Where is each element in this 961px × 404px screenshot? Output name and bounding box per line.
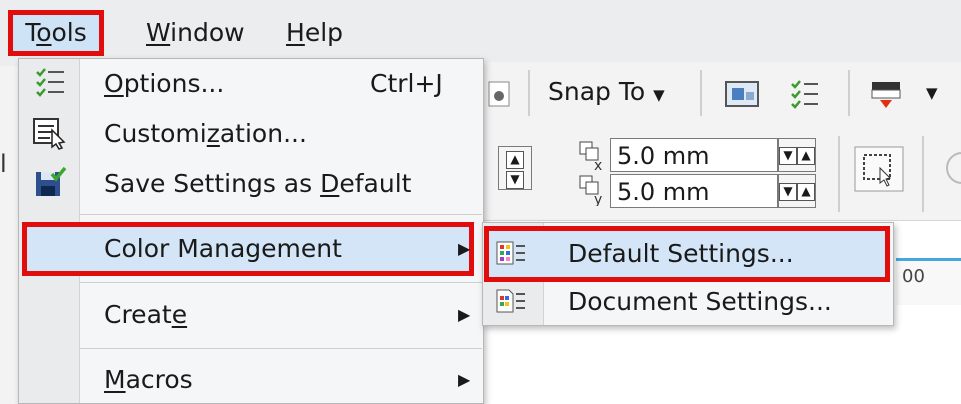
save-settings-post: efault xyxy=(339,169,412,198)
document-settings-icon xyxy=(496,288,526,316)
duplicate-x-icon: x xyxy=(576,138,606,172)
spinner-up-icon: ▲ xyxy=(797,147,815,165)
save-settings-icon xyxy=(34,166,68,200)
menu-window-post: indow xyxy=(170,18,245,47)
stepper-up-icon: ▲ xyxy=(506,151,524,169)
menu-window[interactable]: Window xyxy=(134,10,257,56)
macros-post: acros xyxy=(125,365,193,394)
color-management-label: Color Management xyxy=(104,234,342,263)
stepper-down-icon: ▼ xyxy=(506,171,524,189)
save-settings-accel: D xyxy=(320,169,340,198)
select-frame-icon[interactable] xyxy=(854,146,904,192)
save-settings-pre: Save Settings as xyxy=(104,169,321,198)
menu-separator xyxy=(80,282,482,283)
view-icon[interactable] xyxy=(487,80,511,108)
toolbar-separator xyxy=(700,70,702,116)
snap-to-label: Snap To xyxy=(548,77,646,106)
default-settings-label: Default Settings... xyxy=(568,239,794,268)
menu-item-color-management[interactable]: Color Management xyxy=(104,229,342,269)
menu-item-document-settings[interactable]: Document Settings... xyxy=(568,282,832,322)
toolbar-separator xyxy=(848,70,850,116)
options-post: ptions... xyxy=(123,69,225,98)
launcher-caret-icon[interactable]: ▼ xyxy=(926,84,938,102)
left-partial-char: l xyxy=(0,150,7,178)
menu-tools-pre: T xyxy=(25,18,37,47)
macros-accel: M xyxy=(104,365,126,394)
customization-pre: Customi xyxy=(104,119,207,148)
menu-item-default-settings[interactable]: Default Settings... xyxy=(568,234,794,274)
snap-to-dropdown[interactable]: Snap To ▼ xyxy=(548,72,665,115)
menu-help[interactable]: Help xyxy=(274,10,355,56)
options-accel: O xyxy=(104,69,124,98)
menu-item-options[interactable]: Options... xyxy=(104,64,224,104)
default-settings-icon xyxy=(496,240,526,268)
submenu-arrow-icon: ▶ xyxy=(458,370,471,389)
create-accel: e xyxy=(171,300,188,329)
menu-separator xyxy=(80,214,482,215)
ruler-number: 00 xyxy=(902,266,925,287)
options-shortcut: Ctrl+J xyxy=(370,69,443,98)
menu-tools[interactable]: Tools xyxy=(8,10,104,56)
options-checklist-icon[interactable] xyxy=(784,74,824,114)
spinner-down-icon: ▼ xyxy=(779,147,797,165)
launcher-icon[interactable] xyxy=(866,74,906,114)
menu-separator xyxy=(80,348,482,349)
duplicate-y-icon: y xyxy=(576,172,606,206)
submenu-arrow-icon: ▶ xyxy=(458,239,471,258)
submenu-arrow-icon: ▶ xyxy=(458,305,471,324)
svg-text:y: y xyxy=(594,192,602,206)
menu-help-accel: H xyxy=(286,18,305,47)
spinner-up-icon: ▲ xyxy=(797,183,815,201)
duplicate-y-value: 5.0 mm xyxy=(617,178,710,206)
stepper-partial[interactable]: ▲ ▼ xyxy=(498,146,532,190)
menu-window-accel: W xyxy=(146,18,171,47)
duplicate-y-field[interactable]: 5.0 mm xyxy=(610,174,778,208)
menu-item-create[interactable]: Create xyxy=(104,295,187,335)
duplicate-x-field[interactable]: 5.0 mm xyxy=(610,138,778,172)
customization-accel: z xyxy=(206,119,220,148)
menu-item-save-settings[interactable]: Save Settings as Default xyxy=(104,164,411,204)
spinner-down-icon: ▼ xyxy=(779,183,797,201)
toolbar-separator xyxy=(528,70,530,116)
options-icon xyxy=(34,66,68,100)
duplicate-y-spinner[interactable]: ▼ ▲ xyxy=(778,174,816,208)
image-icon[interactable] xyxy=(722,74,762,114)
customization-post: ation... xyxy=(219,119,307,148)
duplicate-x-value: 5.0 mm xyxy=(617,142,710,170)
menu-tools-accel: o xyxy=(36,18,52,47)
toolbar-separator xyxy=(922,136,924,212)
left-toolbox xyxy=(0,66,19,404)
create-pre: Creat xyxy=(104,300,172,329)
menu-help-post: elp xyxy=(304,18,344,47)
toolbar-separator xyxy=(838,136,840,212)
snap-to-caret-icon: ▼ xyxy=(653,86,665,104)
menu-tools-post: ols xyxy=(51,18,87,47)
duplicate-x-spinner[interactable]: ▼ ▲ xyxy=(778,138,816,172)
svg-text:x: x xyxy=(594,158,602,172)
menu-item-macros[interactable]: Macros xyxy=(104,360,193,400)
document-settings-label: Document Settings... xyxy=(568,287,832,316)
menu-item-customization[interactable]: Customization... xyxy=(104,114,307,154)
customization-icon xyxy=(32,116,68,150)
